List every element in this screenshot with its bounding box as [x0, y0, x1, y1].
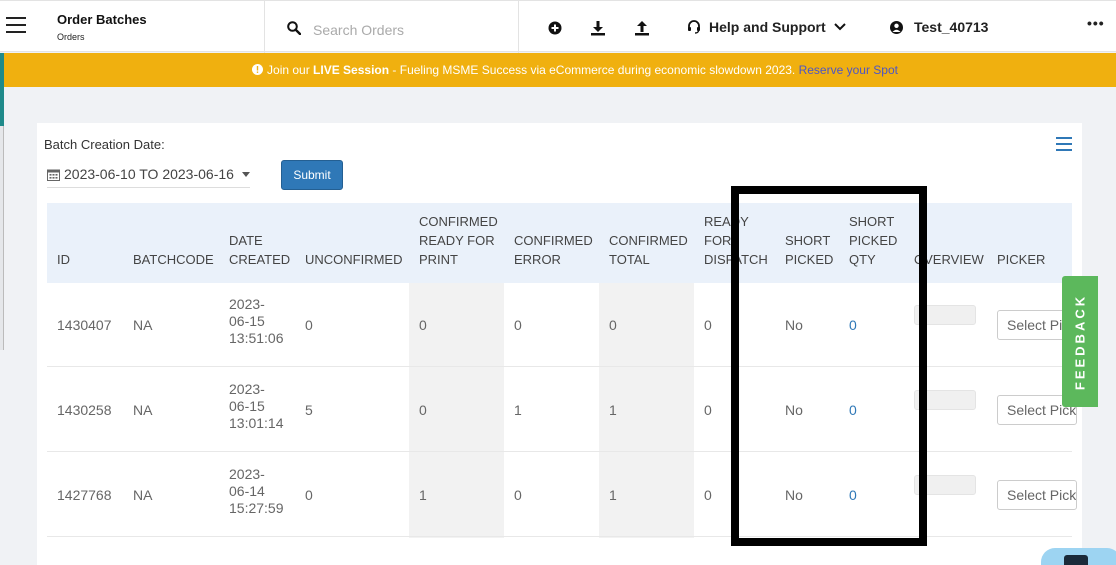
column-header[interactable]: DATE CREATED [229, 231, 290, 269]
date-created-line: 2023- [229, 466, 265, 482]
column-header[interactable]: PICKER [997, 250, 1045, 269]
column-header-line: CREATED [229, 252, 291, 267]
date-created-line: 06-15 [229, 313, 265, 329]
date-created-line: 06-14 [229, 483, 265, 499]
ready-print-cell: 1 [419, 487, 427, 503]
column-header-line: PRINT [419, 252, 458, 267]
ready-print-cell: 0 [419, 317, 427, 333]
id-cell: 1430407 [57, 317, 112, 333]
more-options-icon[interactable]: ••• [1087, 15, 1105, 31]
announcement-banner: Join our LIVE Session - Fueling MSME Suc… [0, 53, 1116, 87]
date-created-line: 15:27:59 [229, 500, 284, 516]
download-icon[interactable] [589, 19, 607, 37]
column-header[interactable]: BATCHCODE [133, 250, 214, 269]
date-created-line: 2023- [229, 381, 265, 397]
page-title: Order Batches [57, 12, 147, 27]
date-range-picker[interactable]: 2023-06-10 TO 2023-06-16 [47, 166, 250, 188]
select-picker-dropdown[interactable]: Select Picker [997, 480, 1077, 510]
user-menu[interactable]: Test_40713 [889, 19, 988, 35]
unconfirmed-cell: 5 [305, 402, 313, 418]
page-title-block: Order Batches Orders [57, 12, 147, 42]
banner-highlight: LIVE Session [313, 63, 390, 77]
divider [518, 1, 519, 53]
error-cell: 1 [514, 402, 522, 418]
calendar-icon [47, 169, 60, 181]
column-header-line: BATCHCODE [133, 252, 214, 267]
batchcode-cell: NA [133, 487, 153, 503]
column-header[interactable]: CONFIRMED ERROR [514, 231, 593, 269]
user-icon [890, 20, 903, 34]
sidebar-edge [0, 53, 4, 126]
banner-prefix: Join our [267, 63, 314, 77]
id-cell: 1427768 [57, 487, 112, 503]
column-header[interactable]: CONFIRMED READY FOR PRINT [419, 212, 498, 269]
column-header-line: READY FOR [419, 233, 495, 248]
date-created-line: 06-15 [229, 398, 265, 414]
batch-date-label: Batch Creation Date: [44, 137, 165, 152]
batchcode-cell: NA [133, 317, 153, 333]
table-menu-icon[interactable] [1056, 137, 1072, 151]
chat-icon [1064, 555, 1088, 565]
date-created-line: 13:51:06 [229, 330, 284, 346]
help-support-label: Help and Support [709, 19, 826, 35]
feedback-tab[interactable]: FEEDBACK [1062, 276, 1098, 407]
sidebar-scroll-edge [0, 126, 4, 350]
date-range-value: 2023-06-10 TO 2023-06-16 [64, 166, 234, 182]
hamburger-menu-icon[interactable] [6, 17, 26, 33]
error-cell: 0 [514, 317, 522, 333]
chevron-down-icon [833, 23, 846, 31]
submit-button[interactable]: Submit [281, 160, 343, 190]
total-cell: 1 [609, 402, 617, 418]
batchcode-cell: NA [133, 402, 153, 418]
error-cell: 0 [514, 487, 522, 503]
column-header[interactable]: UNCONFIRMED [305, 250, 403, 269]
banner-message: - Fueling MSME Success via eCommerce dur… [389, 63, 799, 77]
column-header-line: UNCONFIRMED [305, 252, 403, 267]
username: Test_40713 [914, 19, 989, 35]
info-icon [252, 64, 264, 75]
id-cell: 1430258 [57, 402, 112, 418]
date-created-cell: 2023- 06-14 15:27:59 [229, 466, 284, 517]
divider [264, 1, 265, 53]
page-breadcrumb: Orders [57, 32, 85, 42]
unconfirmed-cell: 0 [305, 487, 313, 503]
date-created-cell: 2023- 06-15 13:51:06 [229, 296, 284, 347]
total-cell: 0 [609, 317, 617, 333]
column-header-line: ID [57, 252, 70, 267]
column-header[interactable]: CONFIRMED TOTAL [609, 231, 688, 269]
total-cell: 1 [609, 487, 617, 503]
date-created-line: 2023- [229, 296, 265, 312]
top-header: Order Batches Orders Help and Support [0, 0, 1116, 53]
search-input[interactable] [313, 19, 503, 41]
column-header-line: CONFIRMED [514, 233, 593, 248]
caret-down-icon [241, 171, 250, 177]
search-icon [287, 21, 301, 35]
date-created-cell: 2023- 06-15 13:01:14 [229, 381, 284, 432]
add-circle-icon[interactable] [546, 19, 564, 37]
reserve-spot-link[interactable]: Reserve your Spot [799, 63, 898, 77]
banner-text: Join our LIVE Session - Fueling MSME Suc… [0, 63, 1116, 77]
column-header-line: ERROR [514, 252, 561, 267]
column-header-line: DATE [229, 233, 263, 248]
column-header-line: PICKER [997, 252, 1046, 267]
help-support-menu[interactable]: Help and Support [686, 19, 847, 35]
date-created-line: 13:01:14 [229, 415, 284, 431]
headset-icon [688, 20, 700, 34]
column-header-line: CONFIRMED [609, 233, 688, 248]
feedback-label: FEEDBACK [1072, 293, 1088, 390]
ready-dispatch-cell: 0 [704, 402, 712, 418]
ready-dispatch-cell: 0 [704, 317, 712, 333]
column-header[interactable]: ID [57, 250, 70, 269]
ready-print-cell: 0 [419, 402, 427, 418]
column-header-line: TOTAL [609, 252, 650, 267]
ready-dispatch-cell: 0 [704, 487, 712, 503]
column-header-line: CONFIRMED [419, 214, 498, 229]
highlight-box [731, 186, 927, 546]
upload-icon[interactable] [633, 19, 651, 37]
unconfirmed-cell: 0 [305, 317, 313, 333]
